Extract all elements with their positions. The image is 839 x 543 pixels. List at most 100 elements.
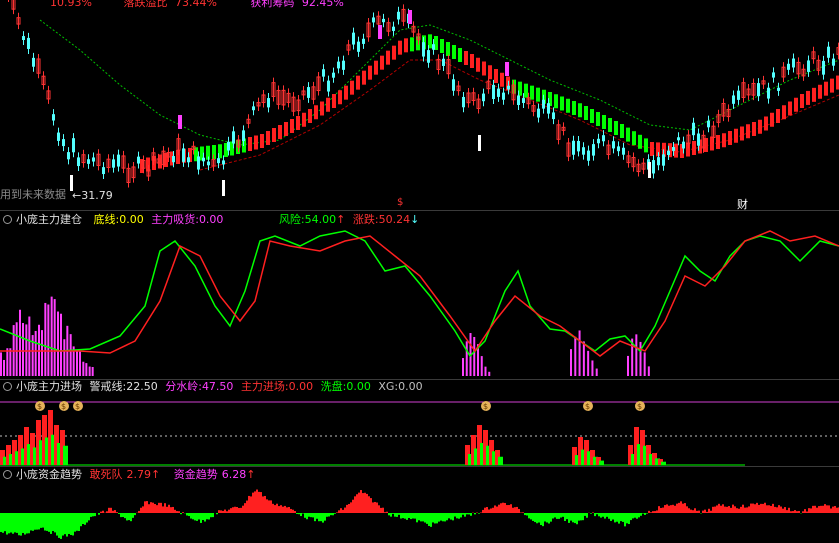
histogram-bar xyxy=(465,341,468,376)
candle-body xyxy=(182,148,185,162)
ganshi-area xyxy=(286,507,288,513)
kline-chart[interactable] xyxy=(0,0,839,210)
ganshi-area xyxy=(766,505,768,513)
ganshi-area xyxy=(610,513,612,521)
histogram-bar xyxy=(0,352,2,376)
ganshi-area xyxy=(190,513,192,519)
ganshi-area xyxy=(254,491,256,513)
magenta-marker xyxy=(505,62,509,76)
ganshi-area xyxy=(652,511,654,513)
jiancang-chart[interactable] xyxy=(0,211,839,379)
indicator-pane-jinchang[interactable]: $ $ $ $ $ $ 小庞主力进场 警戒线:22.50 分水岭:47.50 主力进场:0… xyxy=(0,380,839,466)
ganshi-area xyxy=(650,512,652,513)
ganshi-area xyxy=(408,513,410,518)
money-bag-symbol: $ xyxy=(37,402,42,411)
ganshi-area xyxy=(34,513,36,530)
ganshi-area xyxy=(422,513,424,522)
ganshi-area xyxy=(14,513,16,533)
histogram-bar xyxy=(627,355,629,376)
ganshi-area xyxy=(770,505,772,513)
ribbon-block xyxy=(728,131,732,145)
ribbon-block xyxy=(308,109,312,123)
xipan-value: 0.00 xyxy=(346,380,371,393)
money-bag-symbol: $ xyxy=(585,402,590,411)
ribbon-block xyxy=(254,135,258,150)
ganshi-area xyxy=(86,513,88,523)
zhangdie-value: 50.24 xyxy=(378,213,411,226)
ganshi-area xyxy=(16,513,18,533)
ganshi-area xyxy=(798,510,800,513)
ganshi-area xyxy=(60,513,62,539)
ganshi-area xyxy=(266,499,268,513)
ganshi-area xyxy=(358,492,360,513)
ribbon-block xyxy=(458,48,462,62)
candle-body xyxy=(222,160,225,165)
ganshi-area xyxy=(736,508,738,513)
fenshui-label: 分水岭: xyxy=(165,380,202,393)
candle-body xyxy=(62,139,65,147)
ganshi-area xyxy=(708,508,710,513)
ganshi-area xyxy=(230,508,232,513)
gear-icon[interactable] xyxy=(3,381,12,391)
ganshi-area xyxy=(2,513,4,533)
ganshi-area xyxy=(198,513,200,520)
ribbon-block xyxy=(362,70,366,85)
indicator-pane-jiancang[interactable]: 小庞主力建仓 底线:0.00 主力吸货:0.00 风险:54.00↑ 涨跌:50… xyxy=(0,211,839,379)
ganshi-area xyxy=(42,513,44,528)
ganshi-area xyxy=(278,506,280,513)
ganshi-area xyxy=(32,513,34,531)
candle-body xyxy=(72,138,75,153)
ganshi-area xyxy=(748,506,750,513)
indicator-pane-zijin[interactable]: 小庞资金趋势 敢死队 2.79↑ 资金趋势 6.28↑ xyxy=(0,467,839,543)
ganshi-area xyxy=(200,513,202,523)
ribbon-block xyxy=(824,81,828,96)
ribbon-block xyxy=(608,118,612,132)
ganshi-area xyxy=(760,503,762,513)
money-bag-icon: $ xyxy=(35,401,45,411)
ganshi-area xyxy=(560,513,562,518)
ganshi-area xyxy=(584,513,586,516)
histogram-bar xyxy=(44,302,47,376)
ganshi-area xyxy=(288,506,290,513)
candle-body xyxy=(452,79,455,91)
money-bag-symbol: $ xyxy=(75,402,80,411)
candle-body xyxy=(832,58,835,66)
ganshi-area xyxy=(274,505,276,513)
gear-icon[interactable] xyxy=(3,469,12,479)
ganshi-area xyxy=(122,513,124,518)
ganshi-area xyxy=(194,513,196,521)
ganshi-area xyxy=(378,505,380,513)
ganshi-area xyxy=(402,513,404,519)
ribbon-block xyxy=(302,112,306,127)
gear-icon[interactable] xyxy=(3,214,12,224)
ganshi-area xyxy=(680,501,682,513)
ganshi-area xyxy=(820,505,822,513)
histogram-bar xyxy=(63,339,66,376)
ganshi-arrow: ↑ xyxy=(151,468,161,481)
ganshi-area xyxy=(742,504,744,513)
ganshi-area xyxy=(470,513,472,516)
candle-body xyxy=(587,150,590,161)
ganshi-area xyxy=(546,513,548,523)
ganshi-area xyxy=(398,513,400,515)
money-bag-symbol: $ xyxy=(61,402,66,411)
ganshi-area xyxy=(152,502,154,513)
histogram-bar xyxy=(488,371,491,376)
zijin-value: 6.28 xyxy=(221,468,247,481)
ganshi-area xyxy=(664,505,666,513)
candle-body xyxy=(497,88,500,97)
white-marker xyxy=(222,180,225,196)
risk-line xyxy=(0,230,839,358)
ganshi-area xyxy=(828,505,830,513)
ganshi-area xyxy=(640,513,642,516)
ganshi-area xyxy=(462,513,464,515)
ganshi-area xyxy=(148,504,150,513)
ganshi-area xyxy=(524,513,526,516)
ribbon-block xyxy=(404,38,408,53)
ganshi-area xyxy=(246,500,248,513)
ganshi-area xyxy=(44,513,46,531)
ganshi-area xyxy=(4,513,6,532)
kline-pane[interactable]: 10.93% 落跌溢比 73.44% 获利筹码 92.45% 用到未来数据 ←3… xyxy=(0,0,839,210)
low-price-value: 31.79 xyxy=(81,189,113,202)
ganshi-area xyxy=(124,513,126,519)
